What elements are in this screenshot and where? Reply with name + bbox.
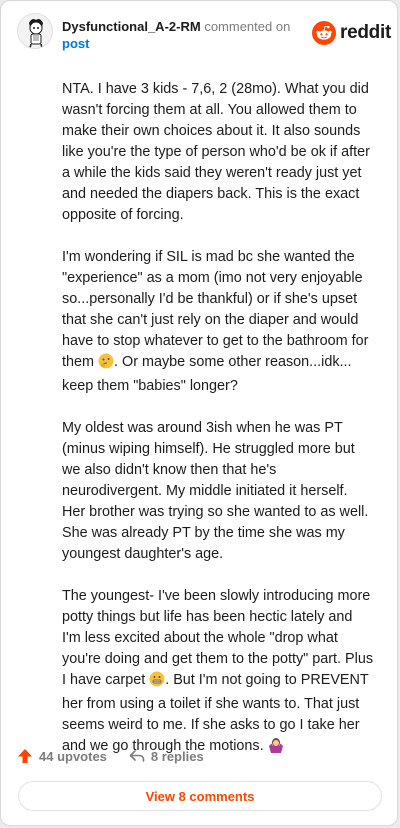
action-text: commented on <box>204 19 291 34</box>
comment-paragraph: My oldest was around 3ish when he was PT… <box>62 420 369 562</box>
reply-count: 8 replies <box>150 748 204 764</box>
reply-arrow-icon <box>129 750 145 762</box>
comment-card: Dysfunctional_A-2-RM commented on post r… <box>0 0 398 826</box>
username-link[interactable]: Dysfunctional_A-2-RM <box>62 19 201 34</box>
upvote-arrow-icon <box>18 749 32 763</box>
reddit-logo[interactable]: reddit <box>312 21 391 45</box>
comment-meta: Dysfunctional_A-2-RM commented on post <box>62 18 302 52</box>
post-link[interactable]: post <box>62 36 89 51</box>
comment-paragraph: I'm wondering if SIL is mad bc she wante… <box>62 249 369 394</box>
replies-button[interactable]: 8 replies <box>129 748 204 764</box>
comment-body: NTA. I have 3 kids - 7,6, 2 (28mo). What… <box>62 79 374 781</box>
snoo-avatar-icon <box>29 19 43 48</box>
reddit-wordmark: reddit <box>340 22 391 43</box>
thinking-face-emoji <box>98 353 114 376</box>
avatar[interactable] <box>17 13 53 49</box>
upvote-count: 44 upvotes <box>39 748 107 764</box>
view-comments-button[interactable]: View 8 comments <box>18 781 382 811</box>
comment-paragraph: The youngest- I've been slowly introduci… <box>62 586 374 760</box>
woman-shrugging-emoji <box>268 737 284 760</box>
comment-paragraph: NTA. I have 3 kids - 7,6, 2 (28mo). What… <box>62 81 370 223</box>
grimacing-face-emoji <box>149 671 165 694</box>
upvote-button[interactable]: 44 upvotes <box>17 748 107 764</box>
reddit-snoo-icon <box>312 21 336 45</box>
comment-actions: 44 upvotes 8 replies <box>17 746 226 766</box>
